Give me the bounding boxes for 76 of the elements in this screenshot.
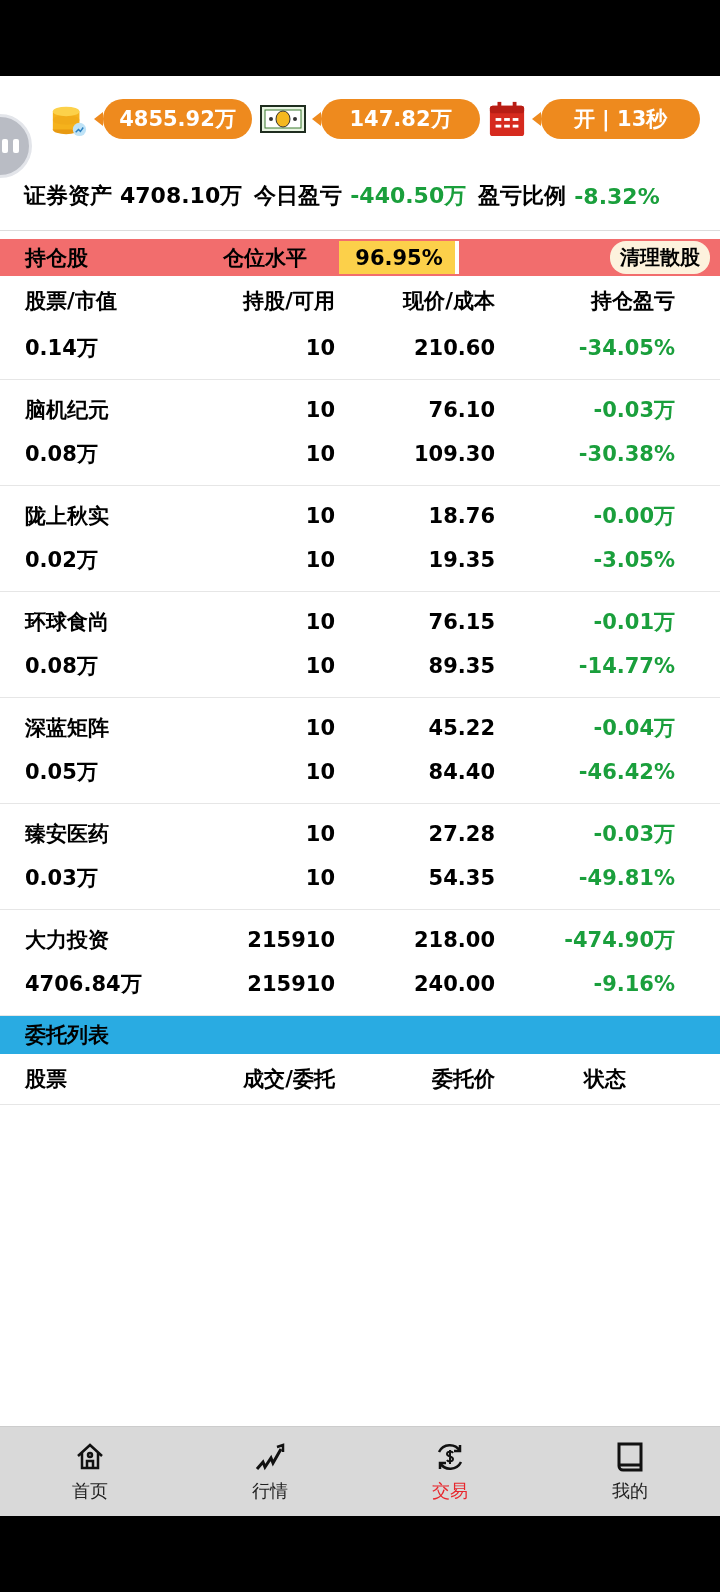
table-cell-text: 10 [304,398,335,422]
table-cell-text: 76.15 [427,610,495,634]
table-cell-text: 10 [304,716,335,740]
summary-label: 盈亏比例 [478,182,567,210]
stock-name: 陇上秋实 [25,503,110,530]
calendar-icon [488,99,526,139]
table-cell-text: 45.22 [427,716,495,740]
table-cell-text: -34.05% [577,336,675,360]
table-cell-text: 0.08万 [25,441,99,468]
column-header: 股票 [25,1066,68,1093]
position-level-value: 96.95% [355,245,443,270]
table-cell-text: 84.40 [427,760,495,784]
table-cell-text: 0.05万 [25,759,99,786]
table-cell-text: 240.00 [412,972,495,996]
stock-name: 深蓝矩阵 [25,715,110,742]
column-header: 状态 [582,1066,627,1093]
summary-value: 4708.10万 [120,182,243,210]
summary-label: 今日盈亏 [254,182,343,210]
table-cell-text: 0.08万 [25,653,99,680]
table-cell-text: 10 [304,504,335,528]
column-header: 现价/成本 [401,288,495,315]
table-cell-text: -30.38% [577,442,675,466]
table-cell-text: 10 [304,548,335,572]
stock-name: 大力投资 [25,927,110,954]
table-cell-text: 218.00 [412,928,495,952]
table-cell-text: 89.35 [427,654,495,678]
table-cell-text: -9.16% [592,972,675,996]
table-cell-text: -14.77% [577,654,675,678]
table-cell-text: 0.02万 [25,547,99,574]
column-header: 持股/可用 [241,288,335,315]
table-cell-text: -0.01万 [592,609,675,636]
table-cell-text: 109.30 [412,442,495,466]
table-cell-text: -0.04万 [592,715,675,742]
table-cell-text: 215910 [246,928,335,952]
section-title: 持仓股 [25,244,89,272]
stock-name: 环球食尚 [25,609,110,636]
stock-name: 脑机纪元 [25,397,110,424]
table-cell-text: 27.28 [427,822,495,846]
table-cell-text: 4706.84万 [25,971,143,998]
nav-tab[interactable]: 行情 [180,1427,360,1516]
table-cell-text: 10 [304,866,335,890]
table-cell-text: 10 [304,610,335,634]
table-cell-text: -0.03万 [592,397,675,424]
column-header: 成交/委托 [242,1066,335,1093]
table-cell-text: -474.90万 [563,927,675,954]
table-cell-text: 10 [304,822,335,846]
nav-tab[interactable]: 首页 [0,1427,180,1516]
banknote-icon [260,104,306,134]
position-level-label: 仓位水平 [223,244,308,272]
table-cell-text: 18.76 [427,504,495,528]
summary-label: 证券资产 [24,182,112,210]
table-cell-text: 10 [304,760,335,784]
table-cell-text: -49.81% [577,866,675,890]
table-cell-text: 19.35 [427,548,495,572]
clean-stocks-button[interactable]: 清理散股 [610,241,710,274]
summary-value: -440.50万 [350,182,467,210]
section-title: 委托列表 [25,1022,110,1049]
table-cell-text: 54.35 [427,866,495,890]
column-header: 持仓盈亏 [589,288,675,315]
table-cell-text: 0.14万 [25,335,99,362]
nav-tab[interactable]: 我的 [540,1427,720,1516]
table-cell-text: 10 [304,442,335,466]
table-cell-text: 10 [304,336,335,360]
stock-name: 臻安医药 [25,821,110,848]
table-cell-text: 76.10 [427,398,495,422]
table-cell-text: -0.03万 [592,821,675,848]
table-cell-text: 0.03万 [25,865,99,892]
table-cell-text: -46.42% [577,760,675,784]
table-cell-text: -3.05% [592,548,675,572]
table-cell-text: 10 [304,654,335,678]
column-header: 股票/市值 [25,288,118,315]
table-cell-text: -0.00万 [592,503,675,530]
summary-value: -8.32% [574,183,660,209]
table-cell-text: 210.60 [412,336,495,360]
column-header: 委托价 [431,1066,495,1093]
table-cell-text: 215910 [246,972,335,996]
